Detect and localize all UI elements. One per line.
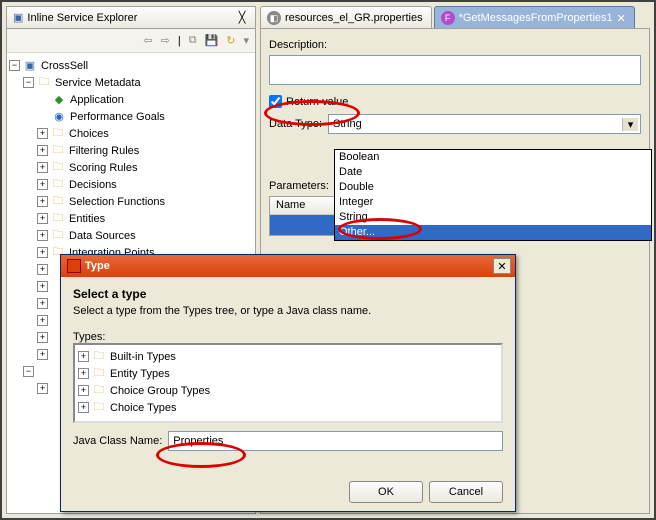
tree-expand-icon[interactable]: + — [37, 145, 48, 156]
folder-icon: 🗀 — [91, 350, 107, 364]
tree-expand-icon[interactable]: + — [37, 128, 48, 139]
explorer-cube-icon: ▣ — [13, 11, 23, 24]
tree-expand-icon[interactable]: + — [37, 247, 48, 258]
tree-expand-icon[interactable]: + — [37, 383, 48, 394]
explorer-pin-icon[interactable]: ╳ — [235, 11, 249, 25]
folder-icon: 🗀 — [50, 144, 66, 158]
tree-node-label[interactable]: Decisions — [69, 179, 117, 191]
editor-tabs: ◧ resources_el_GR.properties F *GetMessa… — [260, 6, 650, 28]
tree-performance-goals[interactable]: Performance Goals — [70, 111, 165, 123]
tab-resources[interactable]: ◧ resources_el_GR.properties — [260, 6, 432, 28]
dialog-title: Type — [85, 260, 493, 272]
explorer-title: Inline Service Explorer — [27, 12, 233, 24]
nav-back-icon[interactable]: ⇦ — [143, 34, 152, 47]
folder-icon: 🗀 — [50, 212, 66, 226]
tree-expand-icon[interactable]: + — [37, 196, 48, 207]
datatype-select[interactable]: String ▾ — [328, 114, 641, 134]
tab-resources-label: resources_el_GR.properties — [285, 12, 423, 24]
tree-expand-icon[interactable]: + — [37, 298, 48, 309]
file-icon: ◧ — [267, 11, 281, 25]
tree-expand-icon[interactable]: + — [78, 351, 89, 362]
tree-node-label[interactable]: Scoring Rules — [69, 162, 137, 174]
function-icon: F — [441, 11, 455, 25]
types-label: Types: — [73, 331, 503, 343]
folder-icon: 🗀 — [50, 127, 66, 141]
tab-getmessages[interactable]: F *GetMessagesFromProperties1 ✕ — [434, 6, 635, 28]
dropdown-option[interactable]: Boolean — [335, 150, 651, 165]
tree-application[interactable]: Application — [70, 94, 124, 106]
description-textarea[interactable] — [269, 55, 641, 85]
explorer-tab-header: ▣ Inline Service Explorer ╳ — [7, 7, 255, 29]
save-icon[interactable]: 💾 — [205, 34, 219, 47]
tree-expand-icon[interactable]: − — [23, 366, 34, 377]
tree-node-label[interactable]: Entities — [69, 213, 105, 225]
tree-service-metadata[interactable]: Service Metadata — [55, 77, 141, 89]
tree-expand-icon[interactable]: + — [37, 179, 48, 190]
refresh-icon[interactable]: ↻ — [226, 34, 235, 47]
java-class-input[interactable] — [168, 431, 503, 451]
datatype-dropdown-list[interactable]: BooleanDateDoubleIntegerStringOther... — [334, 149, 652, 241]
oracle-icon — [67, 259, 81, 273]
types-tree[interactable]: +🗀Built-in Types+🗀Entity Types+🗀Choice G… — [73, 343, 503, 423]
dialog-titlebar[interactable]: Type ✕ — [61, 255, 515, 277]
type-node-label[interactable]: Choice Group Types — [110, 385, 210, 397]
folder-icon: 🗀 — [50, 195, 66, 209]
folder-icon: 🗀 — [50, 178, 66, 192]
tree-expand-icon[interactable]: + — [37, 162, 48, 173]
tree-expand-icon[interactable]: + — [37, 230, 48, 241]
copy-icon[interactable]: ⧉ — [189, 34, 197, 47]
type-node-label[interactable]: Built-in Types — [110, 351, 176, 363]
nav-fwd-icon[interactable]: ⇨ — [161, 34, 170, 47]
dropdown-option[interactable]: Integer — [335, 195, 651, 210]
tree-node-label[interactable]: Filtering Rules — [69, 145, 139, 157]
folder-icon: 🗀 — [91, 367, 107, 381]
dropdown-option[interactable]: String — [335, 210, 651, 225]
type-node-label[interactable]: Choice Types — [110, 402, 176, 414]
tree-expand-icon[interactable]: + — [37, 281, 48, 292]
folder-icon: 🗀 — [50, 229, 66, 243]
dropdown-option[interactable]: Date — [335, 165, 651, 180]
tree-expand-icon[interactable]: + — [37, 264, 48, 275]
description-label: Description: — [269, 39, 641, 51]
goals-icon: ◉ — [51, 110, 67, 124]
cancel-button[interactable]: Cancel — [429, 481, 503, 503]
folder-icon: 🗀 — [91, 384, 107, 398]
folder-icon: 🗀 — [36, 76, 52, 90]
type-node-label[interactable]: Entity Types — [110, 368, 170, 380]
datatype-label: Data Type: — [269, 118, 322, 130]
tree-node-label[interactable]: Selection Functions — [69, 196, 165, 208]
tree-expand-icon[interactable]: + — [78, 402, 89, 413]
dropdown-option[interactable]: Other... — [335, 225, 651, 240]
folder-icon: 🗀 — [50, 161, 66, 175]
tree-collapse-icon[interactable]: − — [23, 77, 34, 88]
tree-collapse-icon[interactable]: − — [9, 60, 20, 71]
tree-expand-icon[interactable]: + — [37, 349, 48, 360]
close-icon[interactable]: ✕ — [617, 12, 626, 25]
tree-expand-icon[interactable]: + — [78, 368, 89, 379]
ok-button[interactable]: OK — [349, 481, 423, 503]
app-icon: ◆ — [51, 93, 67, 107]
tree-node-label[interactable]: Data Sources — [69, 230, 136, 242]
dropdown-option[interactable]: Double — [335, 180, 651, 195]
explorer-toolbar: ⇦ ⇨ | ⧉ 💾 ↻ ▾ — [7, 29, 255, 53]
project-icon: ▣ — [22, 59, 38, 73]
java-class-label: Java Class Name: — [73, 435, 162, 447]
tree-root[interactable]: CrossSell — [41, 60, 88, 72]
close-icon[interactable]: ✕ — [493, 258, 511, 274]
folder-icon: 🗀 — [91, 401, 107, 415]
return-value-checkbox[interactable] — [269, 95, 282, 108]
tree-expand-icon[interactable]: + — [37, 315, 48, 326]
tree-expand-icon[interactable]: + — [37, 332, 48, 343]
tab-getmessages-label: *GetMessagesFromProperties1 — [459, 12, 613, 24]
datatype-value: String — [333, 118, 622, 130]
tree-expand-icon[interactable]: + — [78, 385, 89, 396]
toolbar-menu-icon[interactable]: ▾ — [243, 34, 249, 47]
return-value-label: Return value — [286, 96, 348, 108]
chevron-down-icon: ▾ — [622, 118, 638, 131]
dialog-heading: Select a type — [73, 287, 503, 301]
tree-node-label[interactable]: Choices — [69, 128, 109, 140]
tree-expand-icon[interactable]: + — [37, 213, 48, 224]
dialog-subtext: Select a type from the Types tree, or ty… — [73, 305, 503, 317]
type-dialog: Type ✕ Select a type Select a type from … — [60, 254, 516, 512]
